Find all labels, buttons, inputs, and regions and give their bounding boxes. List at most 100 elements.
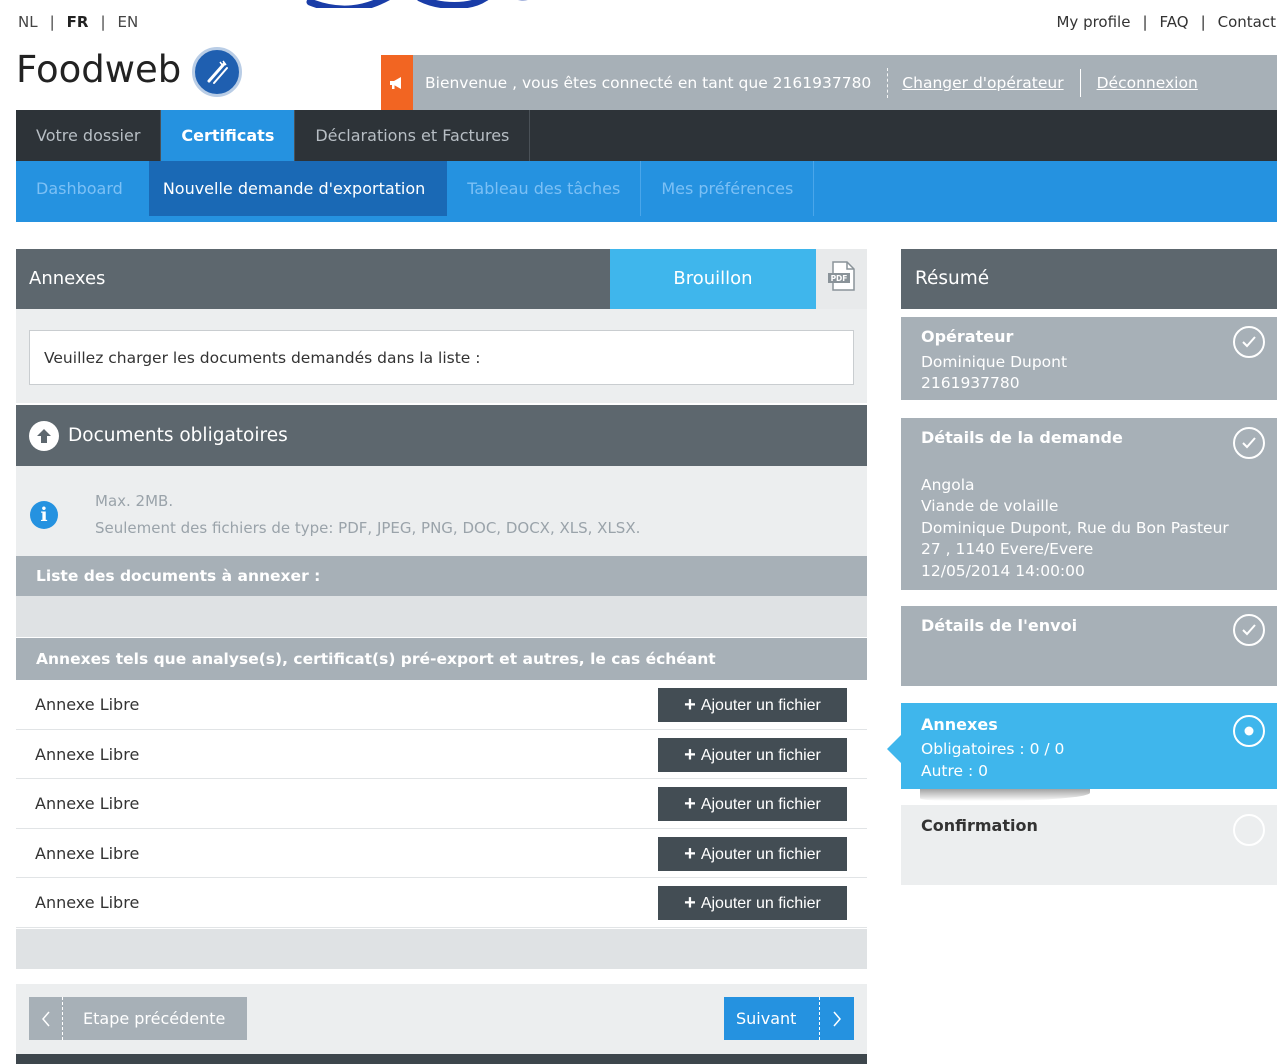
pending-step-icon: [1233, 814, 1265, 846]
nav-certificats[interactable]: Certificats: [161, 110, 296, 161]
mandatory-documents-title: Documents obligatoires: [68, 425, 288, 446]
summary-annexes-title: Annexes: [921, 715, 998, 734]
lang-separator: |: [49, 13, 55, 31]
table-row: Annexe Libre + Ajouter un fichier: [16, 779, 867, 829]
lang-fr[interactable]: FR: [67, 13, 89, 31]
check-icon: [1233, 427, 1265, 459]
add-file-button[interactable]: + Ajouter un fichier: [658, 836, 847, 871]
add-file-label: Ajouter un fichier: [700, 796, 821, 814]
summary-request-country: Angola: [921, 476, 975, 494]
add-file-button[interactable]: + Ajouter un fichier: [658, 787, 847, 822]
annexes-list-header: Annexes tels que analyse(s), certificat(…: [16, 638, 867, 680]
annexes-header: Annexes Brouillon PDF: [16, 249, 867, 309]
summary-request-address2: 27 , 1140 Evere/Evere: [921, 540, 1094, 558]
summary-shipment-title: Détails de l'envoi: [921, 616, 1078, 635]
add-file-label: Ajouter un fichier: [700, 895, 821, 913]
summary-confirmation-title: Confirmation: [921, 816, 1038, 835]
header-banner-fragment: [270, 0, 540, 8]
annexes-title: Annexes: [29, 268, 106, 289]
nav-declarations-factures[interactable]: Déclarations et Factures: [295, 110, 531, 161]
bottom-bar: [16, 1054, 867, 1064]
next-step-label: Suivant: [736, 1009, 797, 1028]
current-step-icon: [1233, 715, 1265, 747]
check-icon: [1233, 614, 1265, 646]
plus-icon: +: [684, 743, 696, 766]
instruction-text: Veuillez charger les documents demandés …: [29, 330, 854, 385]
table-row: Annexe Libre + Ajouter un fichier: [16, 878, 867, 928]
add-file-label: Ajouter un fichier: [700, 697, 821, 714]
subnav-mes-preferences[interactable]: Mes préférences: [641, 161, 815, 216]
summary-shipment-details[interactable]: Détails de l'envoi: [901, 606, 1277, 686]
file-types-text: Seulement des fichiers de type: PDF, JPE…: [95, 519, 641, 537]
pdf-icon[interactable]: PDF: [816, 249, 867, 309]
summary-annexes-other: Autre : 0: [921, 762, 989, 780]
summary-request-address1: Dominique Dupont, Rue du Bon Pasteur: [921, 519, 1229, 537]
faq-link[interactable]: FAQ: [1160, 13, 1189, 31]
table-row: Annexe Libre + Ajouter un fichier: [16, 729, 867, 780]
change-operator-link[interactable]: Changer d'opérateur: [902, 74, 1063, 92]
link-separator: |: [1142, 13, 1148, 31]
logout-link[interactable]: Déconnexion: [1097, 74, 1198, 92]
summary-request-details[interactable]: Détails de la demande Angola Viande de v…: [901, 418, 1277, 590]
annex-list-footer: [16, 929, 867, 969]
info-icon: i: [30, 501, 58, 529]
summary-operator[interactable]: Opérateur Dominique Dupont 2161937780: [901, 317, 1277, 400]
fork-knife-icon[interactable]: [192, 47, 242, 97]
plus-icon: +: [684, 842, 696, 865]
add-file-button[interactable]: + Ajouter un fichier: [658, 886, 847, 921]
mandatory-documents-header: Documents obligatoires: [16, 405, 867, 466]
sub-nav: Dashboard Nouvelle demande d'exportation…: [16, 161, 1277, 222]
summary-confirmation[interactable]: Confirmation: [901, 805, 1277, 885]
subnav-dashboard[interactable]: Dashboard: [16, 161, 143, 216]
language-switcher: NL | FR | EN: [18, 13, 138, 31]
chevron-right-icon: [819, 997, 854, 1040]
table-row: Annexe Libre + Ajouter un fichier: [16, 828, 867, 879]
plus-icon: +: [684, 892, 696, 915]
previous-step-button[interactable]: Etape précédente: [29, 997, 247, 1040]
summary-request-product: Viande de volaille: [921, 497, 1059, 515]
active-step-shadow: [920, 787, 1090, 801]
next-step-button[interactable]: Suivant: [724, 997, 854, 1040]
welcome-divider: [887, 67, 889, 98]
top-links: My profile | FAQ | Contact: [1056, 13, 1276, 31]
annex-label: Annexe Libre: [35, 893, 140, 913]
check-icon: [1233, 326, 1265, 358]
add-file-label: Ajouter un fichier: [700, 746, 821, 764]
summary-annexes-mandatory: Obligatoires : 0 / 0: [921, 740, 1065, 758]
previous-step-label: Etape précédente: [83, 1009, 226, 1028]
link-separator: |: [1200, 13, 1206, 31]
chevron-left-icon: [29, 997, 63, 1040]
summary-request-date: 12/05/2014 14:00:00: [921, 562, 1085, 580]
welcome-message: Bienvenue , vous êtes connecté en tant q…: [425, 73, 872, 92]
table-row: Annexe Libre + Ajouter un fichier: [16, 680, 867, 730]
summary-request-title: Détails de la demande: [921, 428, 1123, 447]
add-file-label: Ajouter un fichier: [700, 845, 821, 863]
active-step-pointer: [887, 735, 901, 763]
lang-separator: |: [100, 13, 106, 31]
lang-nl[interactable]: NL: [18, 13, 38, 31]
add-file-button[interactable]: + Ajouter un fichier: [658, 737, 847, 772]
summary-operator-id: 2161937780: [921, 374, 1020, 392]
megaphone-icon: [381, 55, 413, 110]
summary-operator-title: Opérateur: [921, 327, 1014, 346]
documents-list-header: Liste des documents à annexer :: [16, 556, 867, 596]
welcome-separator: [1079, 68, 1081, 97]
annex-rows: Annexe Libre + Ajouter un fichier Annexe …: [16, 680, 867, 928]
annex-label: Annexe Libre: [35, 695, 140, 714]
summary-annexes[interactable]: Annexes Obligatoires : 0 / 0 Autre : 0: [901, 703, 1277, 789]
subnav-nouvelle-demande[interactable]: Nouvelle demande d'exportation: [148, 161, 448, 216]
main-nav: Votre dossier Certificats Déclarations e…: [16, 110, 1277, 161]
add-file-button[interactable]: + Ajouter un fichier: [658, 688, 847, 722]
plus-icon: +: [684, 793, 696, 816]
summary-header: Résumé: [901, 249, 1277, 309]
lang-en[interactable]: EN: [118, 13, 139, 31]
plus-icon: +: [684, 694, 696, 716]
annex-label: Annexe Libre: [35, 794, 140, 814]
max-size-text: Max. 2MB.: [95, 492, 174, 510]
logo-text[interactable]: Foodweb: [16, 48, 181, 91]
contact-link[interactable]: Contact: [1218, 13, 1276, 31]
nav-votre-dossier[interactable]: Votre dossier: [16, 110, 162, 161]
documents-list-empty: [16, 596, 867, 638]
subnav-tableau-taches[interactable]: Tableau des tâches: [447, 161, 642, 216]
my-profile-link[interactable]: My profile: [1056, 13, 1130, 31]
